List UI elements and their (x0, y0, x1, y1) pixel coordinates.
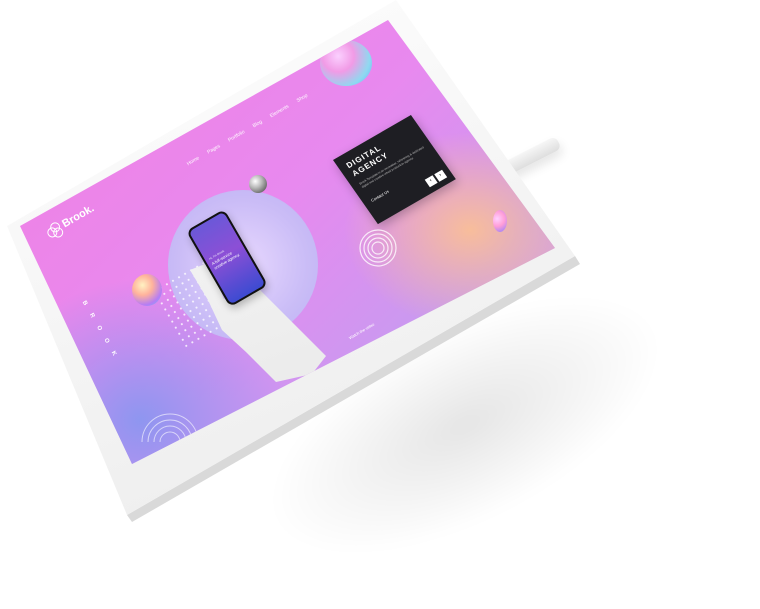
logo-text: Brook. (60, 202, 97, 231)
nav-item-blog[interactable]: Blog (252, 119, 264, 129)
nav-item-pages[interactable]: Pages (206, 143, 221, 155)
laptop-mockup: Brook. Home Pages Portfolio Blog Element… (0, 0, 760, 609)
logo-icon (44, 220, 65, 240)
slider-arrows: ‹ › (424, 169, 448, 188)
nav-item-portfolio[interactable]: Portfolio (227, 129, 246, 143)
main-nav: Home Pages Portfolio Blog Elements Shop (186, 93, 309, 167)
gradient-sphere-left (132, 274, 162, 306)
nav-item-shop[interactable]: Shop (296, 93, 309, 104)
side-brand-text: BROOK (80, 300, 123, 366)
hero-card: DIGITAL AGENCY Brook Template is an inno… (333, 115, 456, 225)
nav-item-home[interactable]: Home (186, 155, 201, 167)
metal-sphere (249, 175, 267, 193)
nav-item-elements[interactable]: Elements (269, 104, 290, 120)
concentric-rings-decoration (359, 229, 397, 267)
gradient-sphere-right (493, 210, 507, 232)
scroll-label[interactable]: Watch the video (348, 322, 375, 341)
